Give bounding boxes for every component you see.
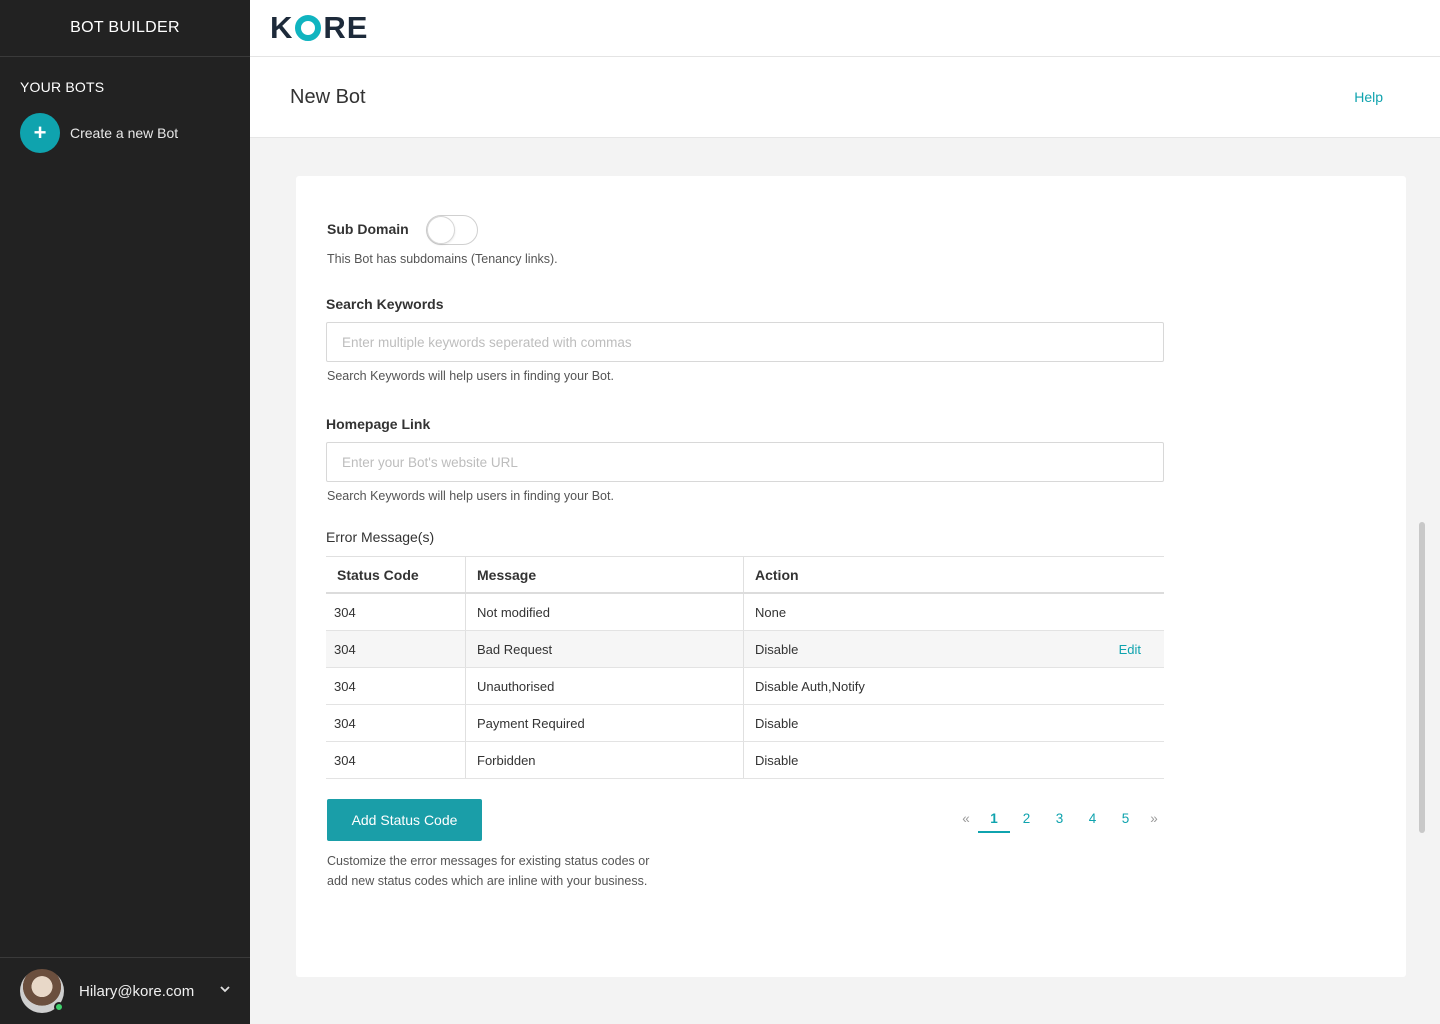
column-header-action: Action bbox=[755, 566, 799, 583]
action-cell: Disable bbox=[744, 705, 1164, 741]
sidebar: BOT BUILDER YOUR BOTS + Create a new Bot… bbox=[0, 0, 250, 1024]
online-status-icon bbox=[54, 1002, 64, 1012]
status-code-cell: 304 bbox=[326, 668, 466, 704]
action-cell: Disable Auth,Notify bbox=[744, 668, 1164, 704]
logo-text-left: K bbox=[270, 10, 294, 45]
pagination-next-icon[interactable]: » bbox=[1142, 809, 1166, 833]
table-header-row: Status Code Message Action bbox=[326, 557, 1164, 594]
homepage-link-input[interactable] bbox=[326, 442, 1164, 482]
toggle-knob bbox=[427, 216, 455, 244]
column-header-message: Message bbox=[466, 557, 744, 592]
plus-icon: + bbox=[20, 113, 60, 153]
subdomain-label: Sub Domain bbox=[327, 221, 409, 237]
chevron-down-icon[interactable] bbox=[220, 984, 230, 994]
pagination-page-1[interactable]: 1 bbox=[978, 809, 1010, 833]
logo-ring-icon bbox=[295, 15, 322, 41]
table-row: 304 Forbidden Disable bbox=[326, 742, 1164, 779]
action-text: Disable bbox=[755, 715, 799, 731]
action-text: Disable bbox=[755, 641, 799, 657]
edit-row-link[interactable]: Edit bbox=[1119, 642, 1141, 657]
table-row: 304 Bad Request Disable Edit bbox=[326, 631, 1164, 668]
action-text: Disable Auth,Notify bbox=[755, 678, 865, 694]
sidebar-title: BOT BUILDER bbox=[0, 0, 250, 57]
message-cell: Bad Request bbox=[466, 631, 744, 667]
message-cell: Unauthorised bbox=[466, 668, 744, 704]
footnote-line-1: Customize the error messages for existin… bbox=[327, 854, 650, 868]
create-new-bot-button[interactable]: + Create a new Bot bbox=[20, 113, 250, 153]
search-keywords-hint: Search Keywords will help users in findi… bbox=[327, 369, 614, 383]
action-cell: None bbox=[744, 594, 1164, 630]
pagination-page-3[interactable]: 3 bbox=[1043, 809, 1076, 833]
pagination: « 1 2 3 4 5 » bbox=[954, 809, 1166, 833]
add-status-code-button[interactable]: Add Status Code bbox=[327, 799, 482, 841]
sidebar-section-your-bots: YOUR BOTS bbox=[20, 79, 105, 95]
subdomain-hint: This Bot has subdomains (Tenancy links). bbox=[327, 252, 558, 266]
pagination-page-4[interactable]: 4 bbox=[1076, 809, 1109, 833]
action-cell: Disable bbox=[744, 742, 1164, 778]
message-cell: Not modified bbox=[466, 594, 744, 630]
table-row: 304 Not modified None bbox=[326, 594, 1164, 631]
pagination-page-2[interactable]: 2 bbox=[1010, 809, 1043, 833]
page-header: New Bot Help bbox=[250, 57, 1440, 138]
subdomain-toggle[interactable] bbox=[426, 215, 478, 245]
pagination-prev-icon[interactable]: « bbox=[954, 809, 978, 833]
page-title: New Bot bbox=[290, 86, 366, 108]
kore-logo[interactable]: K RE bbox=[270, 10, 368, 46]
user-email: Hilary@kore.com bbox=[79, 982, 195, 1000]
new-bot-form-card: Sub Domain This Bot has subdomains (Tena… bbox=[296, 176, 1406, 977]
topbar: K RE bbox=[250, 0, 1440, 57]
create-new-bot-label: Create a new Bot bbox=[70, 125, 179, 141]
avatar bbox=[20, 969, 64, 1013]
column-header-status-code: Status Code bbox=[326, 557, 466, 592]
search-keywords-input[interactable] bbox=[326, 322, 1164, 362]
homepage-link-hint: Search Keywords will help users in findi… bbox=[327, 489, 614, 503]
table-row: 304 Payment Required Disable bbox=[326, 705, 1164, 742]
error-messages-table: Status Code Message Action 304 Not modif… bbox=[326, 556, 1164, 779]
table-row: 304 Unauthorised Disable Auth,Notify bbox=[326, 668, 1164, 705]
action-text: Disable bbox=[755, 752, 799, 768]
help-link[interactable]: Help bbox=[1354, 89, 1383, 105]
action-cell: Disable Edit bbox=[744, 631, 1164, 667]
footnote-line-2: add new status codes which are inline wi… bbox=[327, 874, 648, 888]
user-menu[interactable]: Hilary@kore.com bbox=[0, 957, 250, 1024]
pagination-page-5[interactable]: 5 bbox=[1109, 809, 1142, 833]
error-messages-title: Error Message(s) bbox=[326, 529, 435, 545]
logo-text-right: RE bbox=[323, 10, 369, 45]
status-code-cell: 304 bbox=[326, 594, 466, 630]
homepage-link-label: Homepage Link bbox=[326, 416, 431, 432]
status-code-cell: 304 bbox=[326, 631, 466, 667]
search-keywords-label: Search Keywords bbox=[326, 296, 444, 312]
page-scrollbar[interactable] bbox=[1419, 522, 1425, 833]
status-code-cell: 304 bbox=[326, 742, 466, 778]
message-cell: Payment Required bbox=[466, 705, 744, 741]
message-cell: Forbidden bbox=[466, 742, 744, 778]
error-messages-footnote: Customize the error messages for existin… bbox=[327, 851, 687, 891]
status-code-cell: 304 bbox=[326, 705, 466, 741]
action-text: None bbox=[755, 604, 787, 620]
